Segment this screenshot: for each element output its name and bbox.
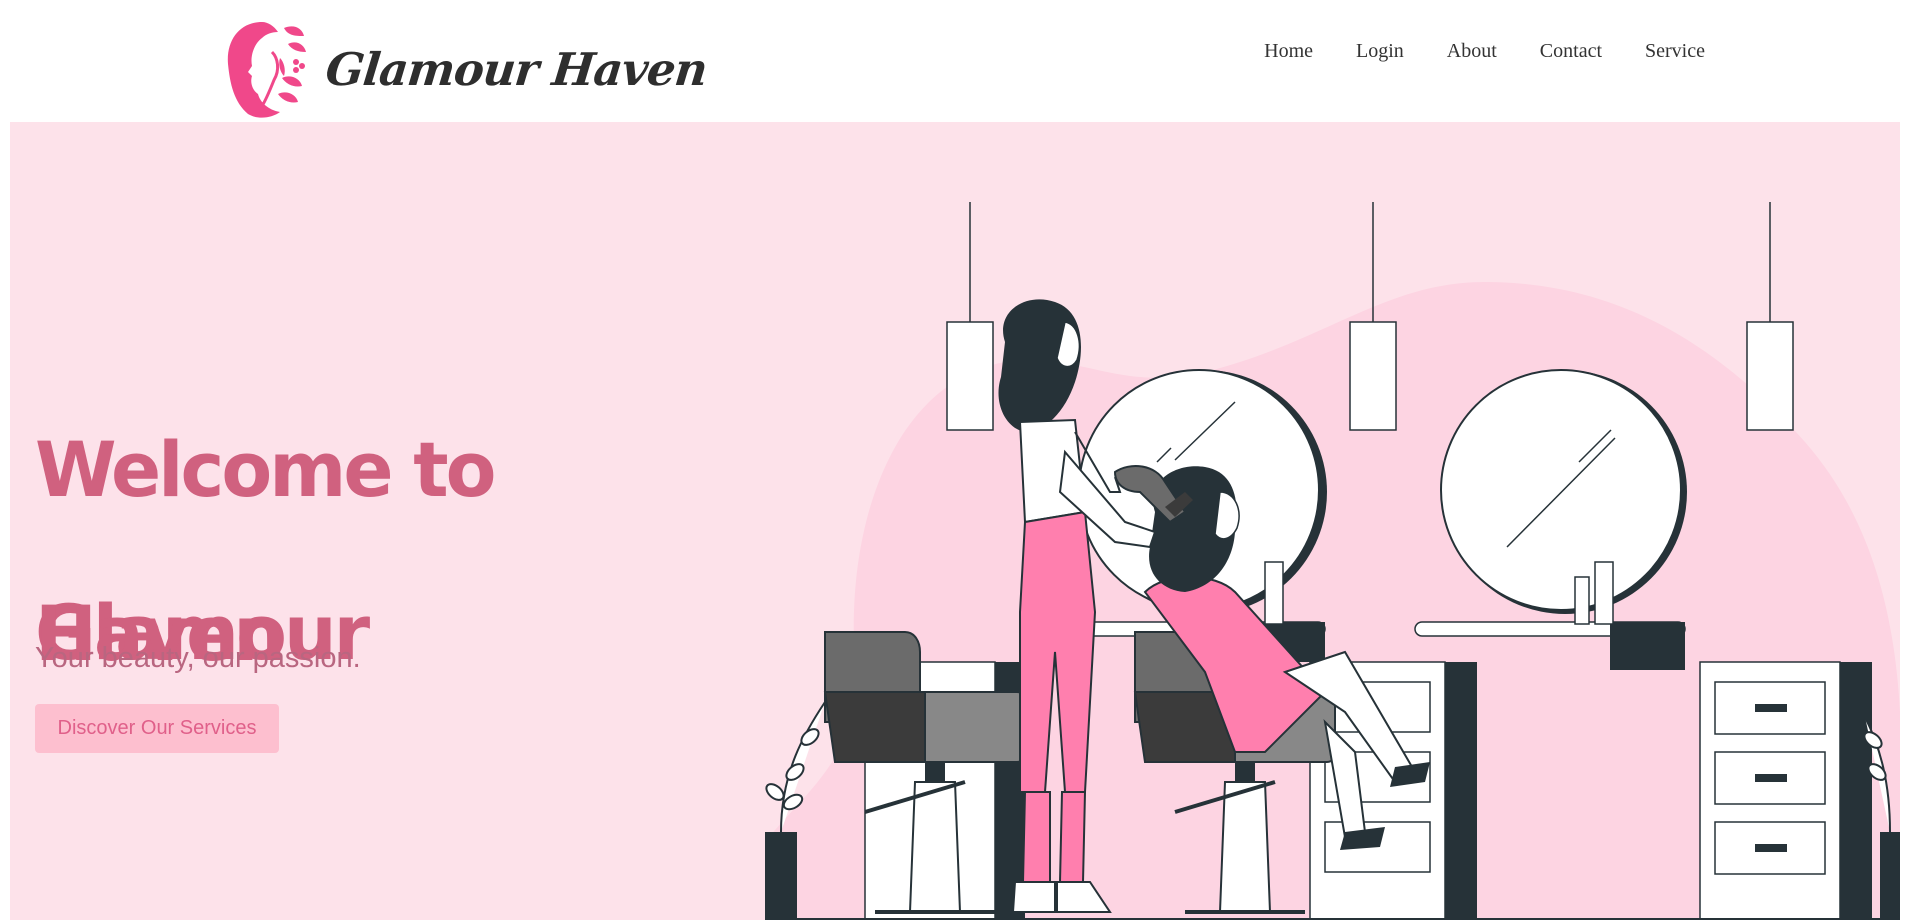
nav-home-link[interactable]: Home xyxy=(1264,36,1313,66)
hero-section: Welcome to Glamour Haven Your beauty, ou… xyxy=(10,122,1900,920)
nav-contact-link[interactable]: Contact xyxy=(1540,36,1602,66)
brand-name: Glamour Haven xyxy=(323,42,710,96)
nav-service-link[interactable]: Service xyxy=(1645,36,1705,66)
discover-services-button[interactable]: Discover Our Services xyxy=(35,704,279,753)
salon-hairstylist-illustration xyxy=(765,202,1900,920)
hero-subtitle: Your beauty, our passion. xyxy=(35,642,361,674)
brand[interactable]: Glamour Haven xyxy=(222,18,710,120)
nav-login-link[interactable]: Login xyxy=(1356,36,1404,66)
hero-title-line-1: Welcome to Glamour xyxy=(35,426,497,678)
nav-about-link[interactable]: About xyxy=(1447,36,1497,66)
main-nav: Home Login About Contact Service xyxy=(1221,36,1705,66)
navbar: Glamour Haven Home Login About Contact S… xyxy=(0,0,1910,122)
woman-flower-logo-icon xyxy=(227,22,306,118)
hero-title-line-2: Haven xyxy=(35,590,286,679)
